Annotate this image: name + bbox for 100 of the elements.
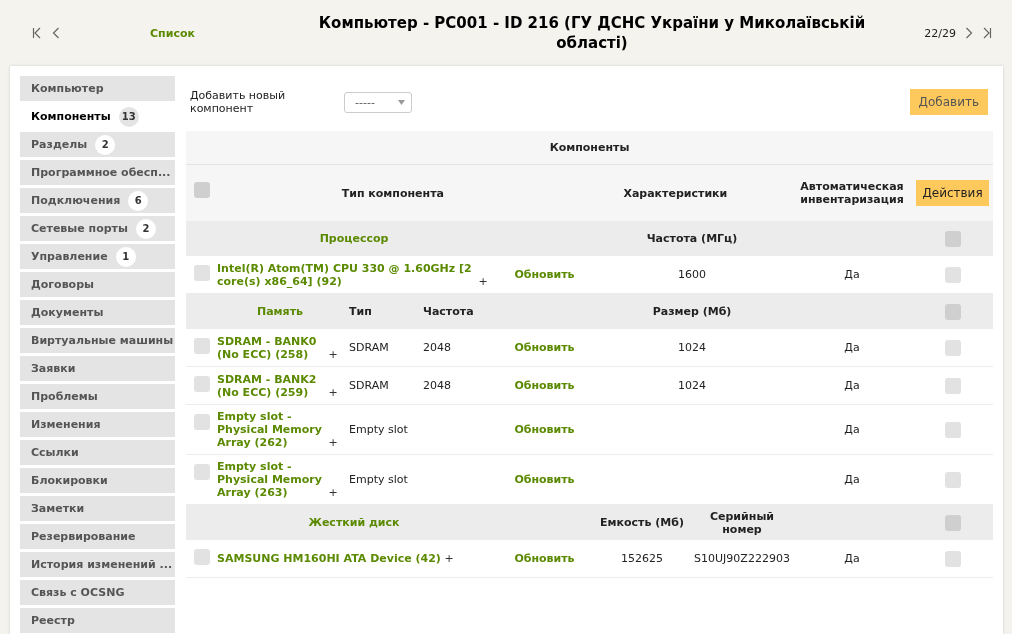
row-checkbox[interactable]: [944, 266, 961, 283]
row-checkbox[interactable]: [944, 339, 961, 356]
group-label: Жесткий диск: [308, 516, 400, 529]
table-cell: Да: [844, 268, 860, 281]
sidebar-tab[interactable]: Ссылки: [20, 440, 175, 465]
list-link[interactable]: Список: [150, 26, 195, 40]
tab-label: Блокировки: [31, 474, 108, 487]
component-link[interactable]: SDRAM - BANK0 (No ECC) (258): [217, 334, 325, 361]
table-cell: 1024: [678, 341, 706, 354]
column-header: Емкость (Мб): [600, 516, 684, 529]
sidebar-tab[interactable]: Проблемы: [20, 384, 175, 409]
component-link[interactable]: Intel(R) Atom(TM) CPU 330 @ 1.60GHz [2 core(s) x86_64] (92): [217, 261, 475, 288]
row-checkbox[interactable]: [944, 550, 961, 567]
tab-label: Заявки: [31, 362, 76, 375]
tab-label: История изменений ...: [31, 558, 173, 571]
table-cell: Да: [844, 552, 860, 565]
last-page-icon[interactable]: [982, 27, 992, 39]
expand-toggle[interactable]: +: [478, 274, 488, 288]
group-label: Процессор: [319, 232, 389, 245]
tab-label: Виртуальные машины: [31, 334, 174, 347]
sidebar-tab[interactable]: История изменений ...: [20, 552, 175, 577]
table-cell: SDRAM: [349, 341, 389, 354]
table-cell: Empty slot: [349, 423, 408, 436]
table-cell: SDRAM: [349, 379, 389, 392]
column-header: Характеристики: [623, 186, 728, 200]
expand-toggle[interactable]: +: [444, 552, 454, 565]
tab-label: Документы: [31, 306, 104, 319]
sidebar-tab[interactable]: Заметки: [20, 496, 175, 521]
component-type-select[interactable]: -----: [344, 91, 412, 113]
update-link[interactable]: Обновить: [514, 341, 575, 354]
update-link[interactable]: Обновить: [514, 423, 575, 436]
sidebar-tab[interactable]: Документы: [20, 300, 175, 325]
expand-toggle[interactable]: +: [328, 347, 338, 361]
expand-toggle[interactable]: +: [328, 385, 338, 399]
component-link[interactable]: Empty slot - Physical Memory Array (263): [217, 460, 325, 499]
tab-label: Ссылки: [31, 446, 79, 459]
first-page-icon[interactable]: [32, 27, 42, 39]
table-cell: 152625: [621, 552, 663, 565]
sidebar-tab[interactable]: Резервирование: [20, 524, 175, 549]
table-cell: S10UJ90Z222903: [694, 552, 790, 565]
group-label: Память: [257, 305, 303, 318]
update-link[interactable]: Обновить: [514, 473, 575, 486]
group-checkbox[interactable]: [944, 514, 961, 531]
component-link[interactable]: SDRAM - BANK2 (No ECC) (259): [217, 372, 325, 399]
tab-label: Компоненты: [31, 110, 111, 123]
expand-toggle[interactable]: +: [328, 486, 338, 499]
group-checkbox[interactable]: [944, 230, 961, 247]
update-link[interactable]: Обновить: [514, 379, 575, 392]
row-checkbox[interactable]: [944, 377, 961, 394]
sidebar-tab[interactable]: Управление 1: [20, 244, 175, 269]
sidebar-tab[interactable]: Виртуальные машины: [20, 328, 175, 353]
table-cell: Да: [844, 423, 860, 436]
previous-icon[interactable]: [52, 27, 60, 39]
column-header: Частота: [423, 305, 474, 318]
row-checkbox[interactable]: [193, 338, 210, 354]
column-header: Тип компонента: [341, 186, 444, 200]
table-cell: Да: [844, 379, 860, 392]
row-checkbox[interactable]: [193, 414, 210, 430]
row-checkbox[interactable]: [193, 549, 210, 565]
sidebar-tab[interactable]: Разделы 2: [20, 132, 175, 157]
count-badge: 2: [135, 218, 156, 239]
column-header: Автоматическая инвентаризация: [799, 180, 905, 206]
tab-label: Подключения: [31, 194, 121, 207]
sidebar-tab[interactable]: Реестр: [20, 608, 175, 633]
tab-label: Компьютер: [31, 82, 104, 95]
sidebar-tab[interactable]: Заявки: [20, 356, 175, 381]
add-button[interactable]: Добавить: [909, 89, 988, 115]
tab-label: Резервирование: [31, 530, 136, 543]
row-checkbox[interactable]: [944, 471, 961, 488]
row-checkbox[interactable]: [944, 421, 961, 438]
column-header: Тип: [349, 305, 372, 318]
table-cell: 1600: [678, 268, 706, 281]
table-cell: 1024: [678, 379, 706, 392]
table-cell: 2048: [423, 341, 451, 354]
tab-label: Заметки: [31, 502, 85, 515]
sidebar-tab[interactable]: Компьютер: [20, 76, 175, 101]
sidebar-tab[interactable]: Связь с OCSNG: [20, 580, 175, 605]
sidebar-tab[interactable]: Программное обесп...: [20, 160, 175, 185]
group-checkbox[interactable]: [944, 303, 961, 320]
component-link[interactable]: SAMSUNG HM160HI ATA Device (42): [217, 552, 441, 565]
tab-label: Изменения: [31, 418, 101, 431]
row-checkbox[interactable]: [193, 464, 210, 480]
sidebar-tab[interactable]: Сетевые порты 2: [20, 216, 175, 241]
component-link[interactable]: Empty slot - Physical Memory Array (262): [217, 410, 325, 449]
actions-button[interactable]: Действия: [916, 180, 989, 206]
select-all-checkbox[interactable]: [193, 182, 210, 198]
expand-toggle[interactable]: +: [328, 436, 338, 449]
update-link[interactable]: Обновить: [514, 552, 575, 565]
sidebar-tab[interactable]: Договоры: [20, 272, 175, 297]
update-link[interactable]: Обновить: [514, 268, 575, 281]
sidebar-tab[interactable]: Подключения 6: [20, 188, 175, 213]
row-checkbox[interactable]: [193, 376, 210, 392]
caret-icon: [398, 99, 405, 105]
sidebar-tab[interactable]: Блокировки: [20, 468, 175, 493]
sidebar-tab[interactable]: Изменения: [20, 412, 175, 437]
tab-label: Проблемы: [31, 390, 98, 403]
record-counter: 22/29: [924, 26, 956, 40]
tab-label: Реестр: [31, 614, 75, 627]
next-icon[interactable]: [965, 27, 973, 39]
row-checkbox[interactable]: [193, 265, 210, 281]
